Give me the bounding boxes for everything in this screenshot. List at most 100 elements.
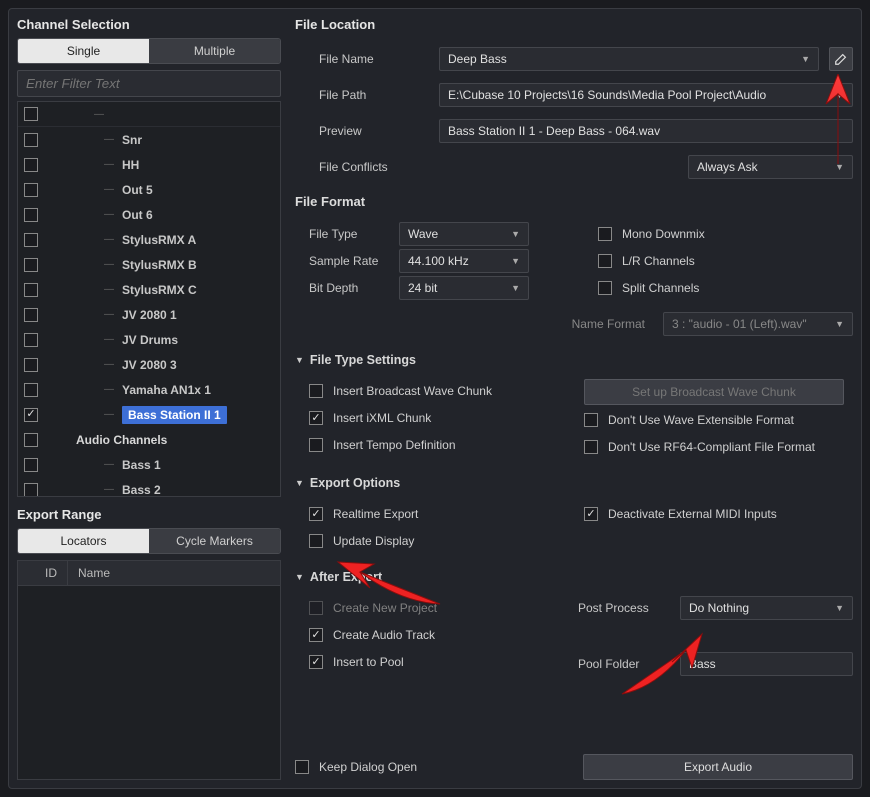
bit-depth-dropdown[interactable]: 24 bit ▼ xyxy=(399,276,529,300)
post-process-label: Post Process xyxy=(578,601,670,615)
channel-label[interactable]: JV Drums xyxy=(122,333,178,347)
channel-checkbox[interactable] xyxy=(24,333,38,347)
channel-checkbox[interactable] xyxy=(24,183,38,197)
channel-checkbox[interactable] xyxy=(24,483,38,497)
file-conflicts-label: File Conflicts xyxy=(319,160,429,174)
tree-row[interactable]: —Yamaha AN1x 1 xyxy=(18,377,280,402)
no-rf64-checkbox[interactable] xyxy=(584,440,598,454)
pool-folder-input[interactable] xyxy=(680,652,853,676)
channel-label[interactable]: Audio Channels xyxy=(76,433,167,447)
file-location-title: File Location xyxy=(295,17,853,32)
create-audio-track-checkbox[interactable] xyxy=(309,628,323,642)
channel-checkbox[interactable] xyxy=(24,258,38,272)
channel-checkbox[interactable] xyxy=(24,308,38,322)
channel-checkbox[interactable] xyxy=(24,383,38,397)
channel-checkbox[interactable] xyxy=(24,233,38,247)
channel-checkbox[interactable] xyxy=(24,208,38,222)
tree-row[interactable]: —JV Drums xyxy=(18,327,280,352)
update-display-checkbox[interactable] xyxy=(309,534,323,548)
file-conflicts-dropdown[interactable]: Always Ask ▼ xyxy=(688,155,853,179)
insert-ixml-checkbox[interactable] xyxy=(309,411,323,425)
channel-checkbox[interactable] xyxy=(24,158,38,172)
no-wave-ext-checkbox[interactable] xyxy=(584,413,598,427)
export-options-header[interactable]: ▼Export Options xyxy=(295,476,853,490)
file-conflicts-row: File Conflicts Always Ask ▼ xyxy=(319,155,853,179)
channel-label[interactable]: Yamaha AN1x 1 xyxy=(122,383,211,397)
channel-label[interactable]: Snr xyxy=(122,133,142,147)
tree-row[interactable]: —Bass 1 xyxy=(18,452,280,477)
deactivate-midi-label: Deactivate External MIDI Inputs xyxy=(608,507,777,521)
tree-row[interactable]: —HH xyxy=(18,152,280,177)
export-range-section: Export Range Locators Cycle Markers ID N… xyxy=(17,507,281,780)
channel-checkbox[interactable] xyxy=(24,107,38,121)
setup-bwav-button[interactable]: Set up Broadcast Wave Chunk xyxy=(584,379,844,405)
tab-multiple[interactable]: Multiple xyxy=(149,39,280,63)
channel-label[interactable]: Bass Station II 1 xyxy=(122,406,227,424)
tree-row[interactable]: —Bass 2 xyxy=(18,477,280,497)
tree-row[interactable]: — Bass Station II 1 xyxy=(18,402,280,427)
channel-tree[interactable]: — —Snr—HH—Out 5—Out 6—StylusRMX A—Stylus… xyxy=(17,101,281,497)
tree-row[interactable]: —Snr xyxy=(18,127,280,152)
channel-label[interactable]: Bass 2 xyxy=(122,483,161,497)
tree-row[interactable]: — JV 2080 1 xyxy=(18,302,280,327)
tree-branch-icon: — xyxy=(102,409,116,420)
tab-locators[interactable]: Locators xyxy=(18,529,149,553)
insert-to-pool-checkbox[interactable] xyxy=(309,655,323,669)
tree-branch-icon: — xyxy=(102,184,116,195)
channel-filter-input[interactable] xyxy=(17,70,281,97)
tree-row[interactable]: — Out 5 xyxy=(18,177,280,202)
channel-checkbox[interactable] xyxy=(24,283,38,297)
after-export-header[interactable]: ▼After Export xyxy=(295,570,853,584)
post-process-dropdown[interactable]: Do Nothing ▼ xyxy=(680,596,853,620)
file-name-dropdown[interactable]: Deep Bass ▼ xyxy=(439,47,819,71)
deactivate-midi-checkbox[interactable] xyxy=(584,507,598,521)
tab-single[interactable]: Single xyxy=(18,39,149,63)
channel-label[interactable]: Bass 1 xyxy=(122,458,161,472)
tree-branch-icon: — xyxy=(102,209,116,220)
channel-checkbox[interactable] xyxy=(24,458,38,472)
channel-checkbox[interactable] xyxy=(24,133,38,147)
tree-row[interactable]: —JV 2080 3 xyxy=(18,352,280,377)
name-format-dropdown[interactable]: 3 : "audio - 01 (Left).wav" ▼ xyxy=(663,312,853,336)
range-list[interactable]: ID Name xyxy=(17,560,281,780)
channel-label[interactable]: StylusRMX C xyxy=(122,283,197,297)
file-path-dropdown[interactable]: E:\Cubase 10 Projects\16 Sounds\Media Po… xyxy=(439,83,853,107)
tree-row-partial[interactable]: — xyxy=(18,102,280,127)
tree-row[interactable]: —StylusRMX C xyxy=(18,277,280,302)
tab-cycle-markers[interactable]: Cycle Markers xyxy=(149,529,280,553)
right-column: File Location File Name Deep Bass ▼ File… xyxy=(295,17,853,780)
channel-checkbox[interactable] xyxy=(24,408,38,422)
insert-ixml-label: Insert iXML Chunk xyxy=(333,411,431,425)
file-type-dropdown[interactable]: Wave ▼ xyxy=(399,222,529,246)
tree-row[interactable]: —StylusRMX B xyxy=(18,252,280,277)
lr-channels-checkbox[interactable] xyxy=(598,254,612,268)
channel-label[interactable]: HH xyxy=(122,158,139,172)
insert-tempo-checkbox[interactable] xyxy=(309,438,323,452)
mono-downmix-checkbox[interactable] xyxy=(598,227,612,241)
file-type-settings-header[interactable]: ▼File Type Settings xyxy=(295,353,853,367)
tree-row[interactable]: — Out 6 xyxy=(18,202,280,227)
channel-selection-section: Channel Selection Single Multiple — —Snr… xyxy=(17,17,281,497)
export-audio-button[interactable]: Export Audio xyxy=(583,754,853,780)
preview-label: Preview xyxy=(319,124,429,138)
caret-down-icon: ▼ xyxy=(511,229,520,239)
bit-depth-value: 24 bit xyxy=(408,281,437,295)
channel-checkbox[interactable] xyxy=(24,433,38,447)
edit-name-scheme-button[interactable] xyxy=(829,47,853,71)
channel-label[interactable]: JV 2080 3 xyxy=(122,358,177,372)
tree-branch-icon: — xyxy=(102,309,116,320)
channel-label[interactable]: StylusRMX A xyxy=(122,233,196,247)
split-channels-checkbox[interactable] xyxy=(598,281,612,295)
channel-checkbox[interactable] xyxy=(24,358,38,372)
tree-row[interactable]: —StylusRMX A xyxy=(18,227,280,252)
channel-label[interactable]: Out 6 xyxy=(122,208,153,222)
channel-label[interactable]: Out 5 xyxy=(122,183,153,197)
channel-label[interactable]: JV 2080 1 xyxy=(122,308,177,322)
sample-rate-dropdown[interactable]: 44.100 kHz ▼ xyxy=(399,249,529,273)
realtime-export-checkbox[interactable] xyxy=(309,507,323,521)
channel-label[interactable]: StylusRMX B xyxy=(122,258,197,272)
insert-bwav-checkbox[interactable] xyxy=(309,384,323,398)
tree-row[interactable]: Audio Channels xyxy=(18,427,280,452)
caret-down-icon: ▼ xyxy=(835,319,844,329)
keep-dialog-open-checkbox[interactable] xyxy=(295,760,309,774)
